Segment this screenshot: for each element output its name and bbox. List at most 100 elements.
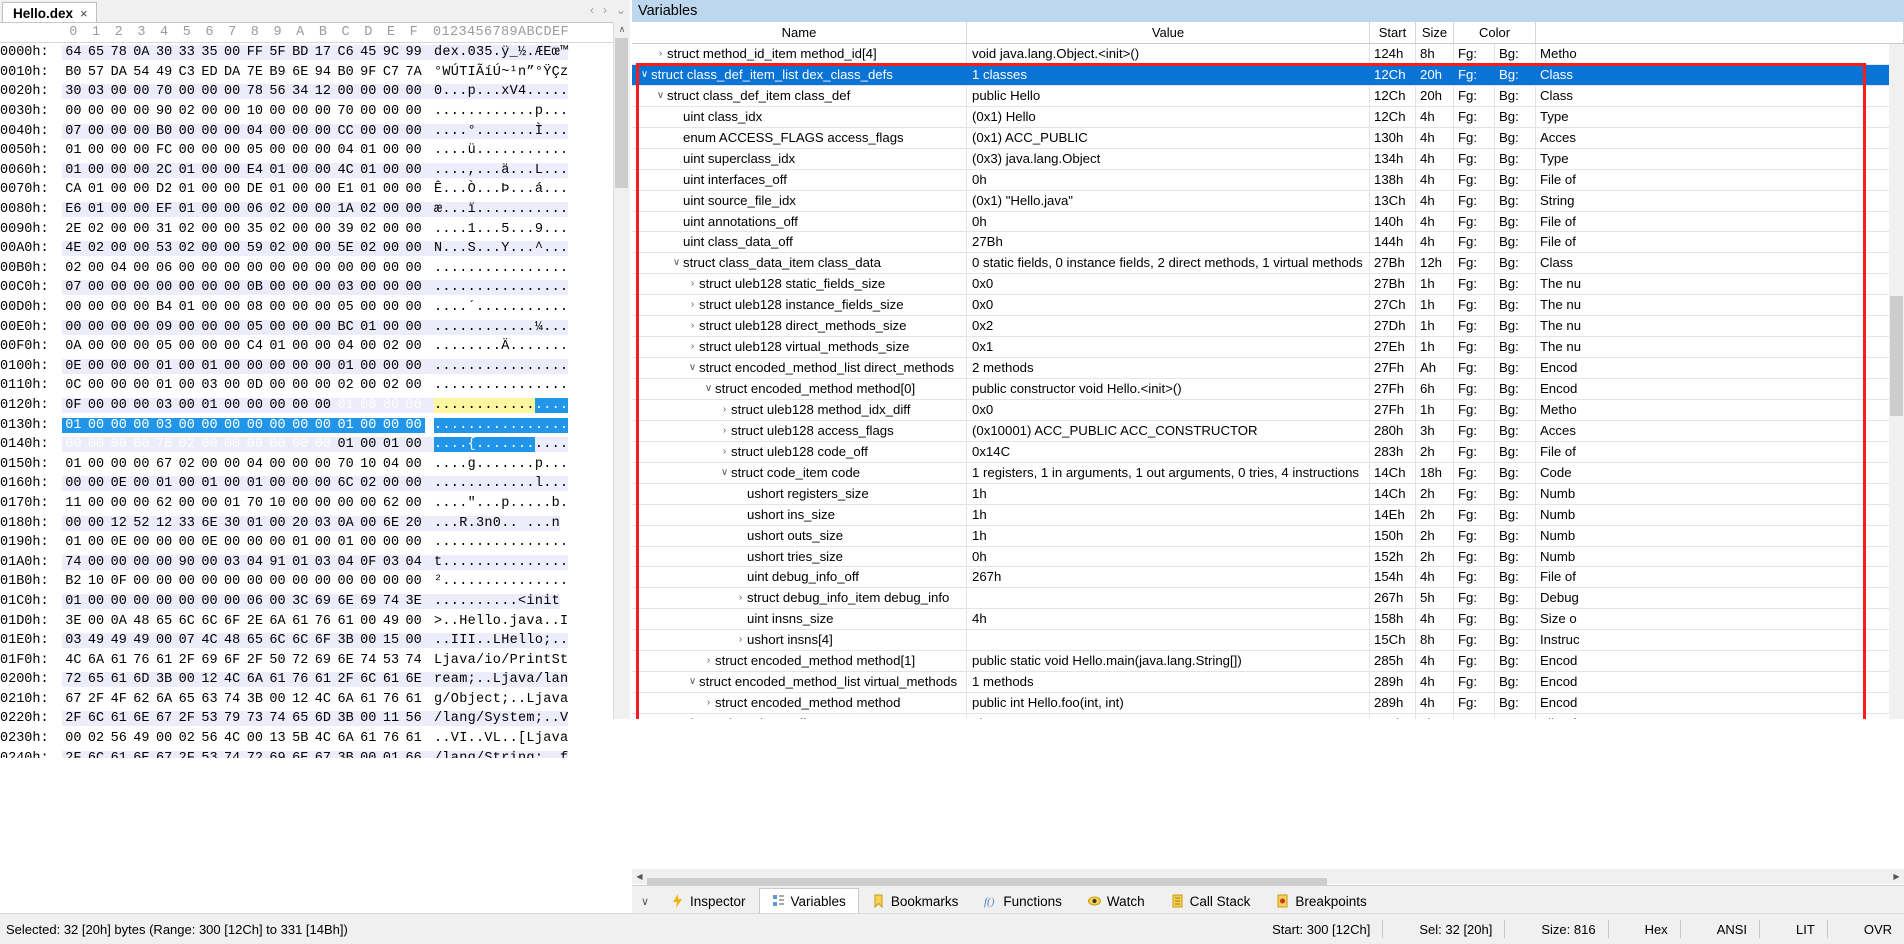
hex-scroll-thumb[interactable] <box>615 38 628 188</box>
hex-ascii[interactable]: ....,...ä...L... <box>425 162 569 178</box>
hex-byte[interactable]: 00 <box>175 358 199 374</box>
table-row[interactable]: enum ACCESS_FLAGS access_flags (0x1) ACC_… <box>632 127 1904 149</box>
hex-byte[interactable]: 6E <box>130 711 153 727</box>
hex-byte[interactable]: 10 <box>357 457 380 472</box>
hex-byte[interactable]: 1A <box>334 202 357 218</box>
hex-byte[interactable]: 03 <box>198 378 221 393</box>
chevron-down-icon[interactable]: ∨ <box>686 358 699 378</box>
hex-byte[interactable]: 03 <box>334 280 357 296</box>
hex-byte[interactable]: 48 <box>130 614 153 629</box>
hex-byte[interactable]: 00 <box>107 84 131 100</box>
table-row[interactable]: uint static_values_off 0h148h4hFg:Bg:File… <box>632 714 1904 719</box>
hex-byte[interactable]: 5F <box>266 45 289 61</box>
hex-byte[interactable]: 00 <box>175 574 198 589</box>
hex-byte[interactable]: 00 <box>379 280 403 296</box>
table-row[interactable]: ushort outs_size 1h 150h 2h Fg: Bg: Numb <box>632 525 1904 547</box>
hex-byte[interactable]: 00 <box>198 280 221 296</box>
hex-byte[interactable]: 3B <box>334 633 357 649</box>
hex-row[interactable]: 0000h: 64 65 78 0A 30 33 35 00 FF 5F BD 17 C6 45 9C 99 de… <box>0 43 630 63</box>
hex-byte[interactable]: 00 <box>357 104 380 119</box>
hex-byte[interactable]: 00 <box>220 319 244 335</box>
hex-byte[interactable]: 30 <box>62 84 85 100</box>
hex-byte[interactable]: 00 <box>85 339 108 354</box>
hex-byte[interactable]: 33 <box>175 515 199 531</box>
hex-byte[interactable]: 90 <box>153 104 176 119</box>
hex-byte[interactable]: 00 <box>198 554 221 570</box>
hex-byte[interactable]: 61 <box>107 653 130 668</box>
hex-byte[interactable]: 00 <box>175 476 199 492</box>
hex-byte[interactable]: 0E <box>62 358 85 374</box>
hex-byte[interactable]: 56 <box>198 731 221 746</box>
hex-byte[interactable]: 00 <box>107 319 131 335</box>
hex-byte[interactable]: 00 <box>175 672 199 688</box>
hex-byte[interactable]: 01 <box>357 182 380 197</box>
hex-bytes[interactable]: 2E 02 00 00 31 02 00 00 35 02 00 00 39 02 00 00 <box>62 222 425 237</box>
hex-byte[interactable]: 74 <box>62 554 85 570</box>
hex-byte[interactable]: 01 <box>153 378 176 393</box>
hex-byte[interactable]: 12 <box>198 672 221 688</box>
hex-byte[interactable]: 13 <box>266 731 289 746</box>
hex-byte[interactable]: 0A <box>334 515 357 531</box>
hex-byte[interactable]: 7E <box>244 65 267 80</box>
hex-byte[interactable]: 00 <box>198 123 221 139</box>
hex-byte[interactable]: 69 <box>356 593 380 609</box>
hex-byte[interactable]: 00 <box>130 457 153 472</box>
hex-byte[interactable]: 02 <box>356 202 380 218</box>
hex-byte[interactable]: 31 <box>153 222 176 237</box>
hex-byte[interactable]: 00 <box>289 496 312 511</box>
chevron-right-icon[interactable]: › <box>734 630 747 650</box>
hex-byte[interactable]: DA <box>221 65 244 80</box>
hex-byte[interactable]: 0A <box>62 339 85 354</box>
hex-byte[interactable]: 00 <box>312 496 335 511</box>
hex-ascii[interactable]: N...S...Y...^... <box>425 241 569 257</box>
hex-byte[interactable]: 00 <box>84 280 108 296</box>
hex-byte[interactable]: 00 <box>130 143 153 158</box>
hex-byte[interactable]: 67 <box>152 750 176 758</box>
hex-byte[interactable]: 02 <box>266 222 289 237</box>
hex-byte[interactable]: 69 <box>266 750 289 758</box>
hex-bytes[interactable]: 67 2F 4F 62 6A 65 63 74 3B 00 12 4C 6A 61 76 61 <box>62 692 425 707</box>
hex-byte[interactable]: 01 <box>198 476 221 492</box>
hex-bytes[interactable]: B2 10 0F 00 00 00 00 00 00 00 00 00 00 00 00 00 <box>62 574 425 589</box>
hex-byte[interactable]: 00 <box>379 241 403 257</box>
hex-byte[interactable]: 00 <box>221 535 244 550</box>
hex-byte[interactable]: 02 <box>62 261 85 276</box>
hex-byte[interactable]: 00 <box>107 123 131 139</box>
hex-byte[interactable]: 10 <box>244 104 267 119</box>
hex-byte[interactable]: 3E <box>402 593 425 609</box>
column-header-value[interactable]: Value <box>967 22 1370 43</box>
hex-byte[interactable]: 00 <box>107 378 130 393</box>
hex-byte[interactable]: 64 <box>62 45 85 61</box>
variable-name-cell[interactable]: uint class_idx <box>632 106 967 127</box>
hex-byte[interactable]: 01 <box>334 437 357 453</box>
hex-byte[interactable]: 00 <box>221 143 244 158</box>
variable-name-cell[interactable]: ushort tries_size <box>632 546 967 567</box>
hex-byte[interactable]: 00 <box>357 574 380 589</box>
variable-name-cell[interactable]: ∨ struct class_data_item class_data <box>632 253 967 274</box>
hex-byte[interactable]: 03 <box>152 397 176 413</box>
hex-byte[interactable]: 74 <box>221 692 244 707</box>
variables-scroll-thumb[interactable] <box>1890 296 1903 416</box>
hex-byte[interactable]: 61 <box>266 672 289 688</box>
hex-bytes[interactable]: 00 00 00 00 90 02 00 00 10 00 00 00 70 00 00 00 <box>62 104 425 119</box>
hex-byte[interactable]: 00 <box>402 378 425 393</box>
hex-byte[interactable]: 00 <box>62 437 85 453</box>
hex-byte[interactable]: 52 <box>130 515 153 531</box>
hex-byte[interactable]: 09 <box>152 319 176 335</box>
hex-row[interactable]: 01F0h: 4C 6A 61 76 61 2F 69 6F 2F 50 72 69 6E 74 53 74 Lj… <box>0 650 630 670</box>
hex-byte[interactable]: 00 <box>356 417 380 433</box>
hex-byte[interactable]: 08 <box>244 300 267 315</box>
variables-rows-container[interactable]: › struct method_id_item method_id[4] void … <box>632 44 1904 719</box>
hex-byte[interactable]: 00 <box>175 593 199 609</box>
hex-byte[interactable]: 00 <box>243 417 267 433</box>
hex-byte[interactable]: 67 <box>152 711 176 727</box>
hex-bytes[interactable]: 11 00 00 00 62 00 00 01 70 10 00 00 00 00 62 00 <box>62 496 425 511</box>
hex-byte[interactable]: 7A <box>402 65 425 80</box>
hex-byte[interactable]: 34 <box>288 84 312 100</box>
hex-byte[interactable]: 00 <box>198 222 221 237</box>
hex-bytes[interactable]: 01 00 00 00 67 02 00 00 04 00 00 00 70 10 04 00 <box>62 457 425 472</box>
hex-byte[interactable]: 07 <box>62 123 85 139</box>
table-row[interactable]: uint class_data_off 27Bh 144h 4h Fg: Bg: File … <box>632 232 1904 254</box>
hex-byte[interactable]: 3B <box>152 672 176 688</box>
hex-byte[interactable]: 01 <box>243 515 267 531</box>
